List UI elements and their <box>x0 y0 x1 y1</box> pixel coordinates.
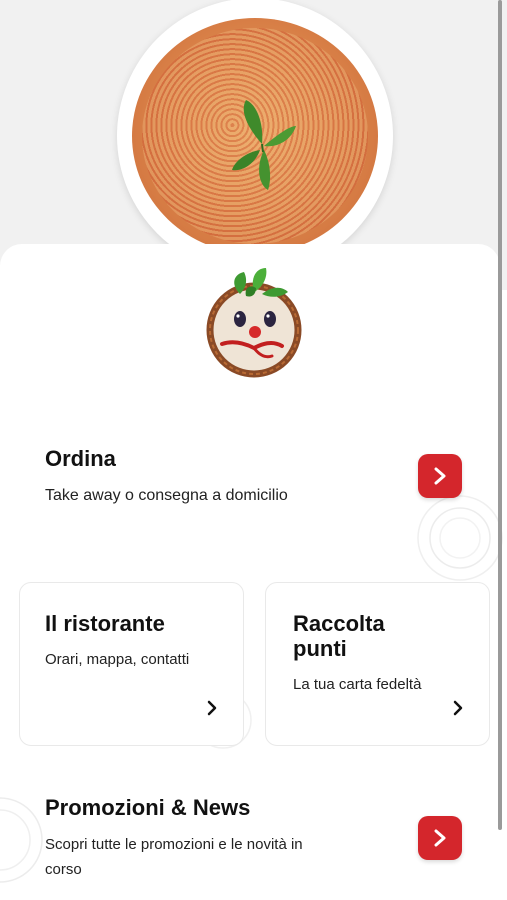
restaurant-tile[interactable]: Il ristorante Orari, mappa, contatti <box>19 582 244 746</box>
promo-button[interactable] <box>418 816 462 860</box>
order-title: Ordina <box>45 446 116 471</box>
restaurant-subtitle: Orari, mappa, contatti <box>45 651 190 668</box>
promo-title: Promozioni & News <box>45 795 251 820</box>
decorative-rings-right <box>417 495 503 581</box>
order-subtitle: Take away o consegna a domicilio <box>45 487 288 504</box>
loyalty-tile[interactable]: Raccolta punti La tua carta fedeltà <box>265 582 490 746</box>
promo-subtitle-line1: Scopri tutte le promozioni e le novità i… <box>45 836 303 853</box>
scrollbar[interactable] <box>498 0 502 830</box>
promo-subtitle-line2: corso <box>45 861 82 878</box>
loyalty-subtitle: La tua carta fedeltà <box>293 676 422 693</box>
pizza-face-logo <box>206 268 302 378</box>
loyalty-title-line2: punti <box>293 636 347 661</box>
chevron-right-icon <box>207 700 217 716</box>
chevron-right-icon <box>434 829 446 847</box>
loyalty-title-line1: Raccolta <box>293 611 385 636</box>
restaurant-title: Il ristorante <box>45 611 165 636</box>
chevron-right-icon <box>453 700 463 716</box>
basil-leaves <box>232 100 296 190</box>
chevron-right-icon <box>434 467 446 485</box>
order-button[interactable] <box>418 454 462 498</box>
